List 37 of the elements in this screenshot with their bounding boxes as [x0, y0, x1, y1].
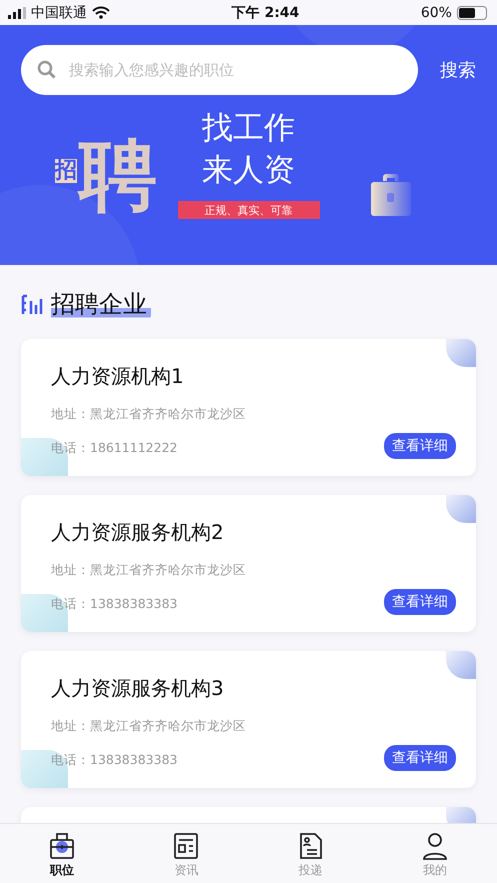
banner-title: 来人资: [202, 151, 295, 190]
details-button[interactable]: 查看详细: [384, 745, 456, 771]
search-field[interactable]: 搜索输入您感兴趣的职位: [21, 45, 418, 95]
tab-item[interactable]: 职位: [0, 824, 124, 883]
banner-tag: 正规、真实、可靠: [178, 201, 320, 219]
chart-icon: [21, 293, 43, 315]
details-button[interactable]: 查看详细: [384, 589, 456, 615]
tab-item[interactable]: 资讯: [124, 824, 248, 883]
banner-art-text: 聘: [79, 137, 157, 215]
banner-title: 找工作: [202, 109, 295, 148]
corner-decoration: [446, 495, 476, 523]
company-name: 人力资源服务机构2: [51, 519, 225, 546]
tab-item[interactable]: 我的: [372, 824, 497, 883]
user-icon: [422, 832, 448, 860]
company-address: 地址：黑龙江省齐齐哈尔市龙沙区: [51, 406, 247, 423]
corner-decoration: [446, 339, 476, 367]
company-phone: 电话：13838383383: [51, 596, 178, 612]
briefcase-icon: [371, 173, 411, 217]
company-name: 人力资源服务机构3: [51, 675, 225, 702]
battery-percent: 60%: [420, 4, 452, 20]
banner-art-small-text: 招: [55, 159, 77, 184]
signal-icon: [8, 6, 26, 18]
battery-icon: [456, 6, 487, 20]
company-address: 地址：黑龙江省齐齐哈尔市龙沙区: [51, 562, 247, 579]
newspaper-icon: [173, 832, 200, 860]
corner-decoration: [446, 651, 476, 679]
carrier-name: 中国联通: [31, 4, 87, 22]
company-address: 地址：黑龙江省齐齐哈尔市龙沙区: [51, 718, 247, 735]
status-time: 下午 2:44: [232, 4, 300, 22]
company-phone: 电话：18611112222: [51, 440, 178, 456]
resume-icon: [298, 832, 324, 860]
search-button[interactable]: 搜索: [440, 58, 476, 82]
details-button[interactable]: 查看详细: [384, 433, 456, 459]
briefcase-icon: [49, 832, 76, 860]
company-name: 人力资源机构1: [51, 363, 185, 390]
wifi-icon: [92, 6, 110, 19]
company-phone: 电话：13838383383: [51, 752, 178, 768]
